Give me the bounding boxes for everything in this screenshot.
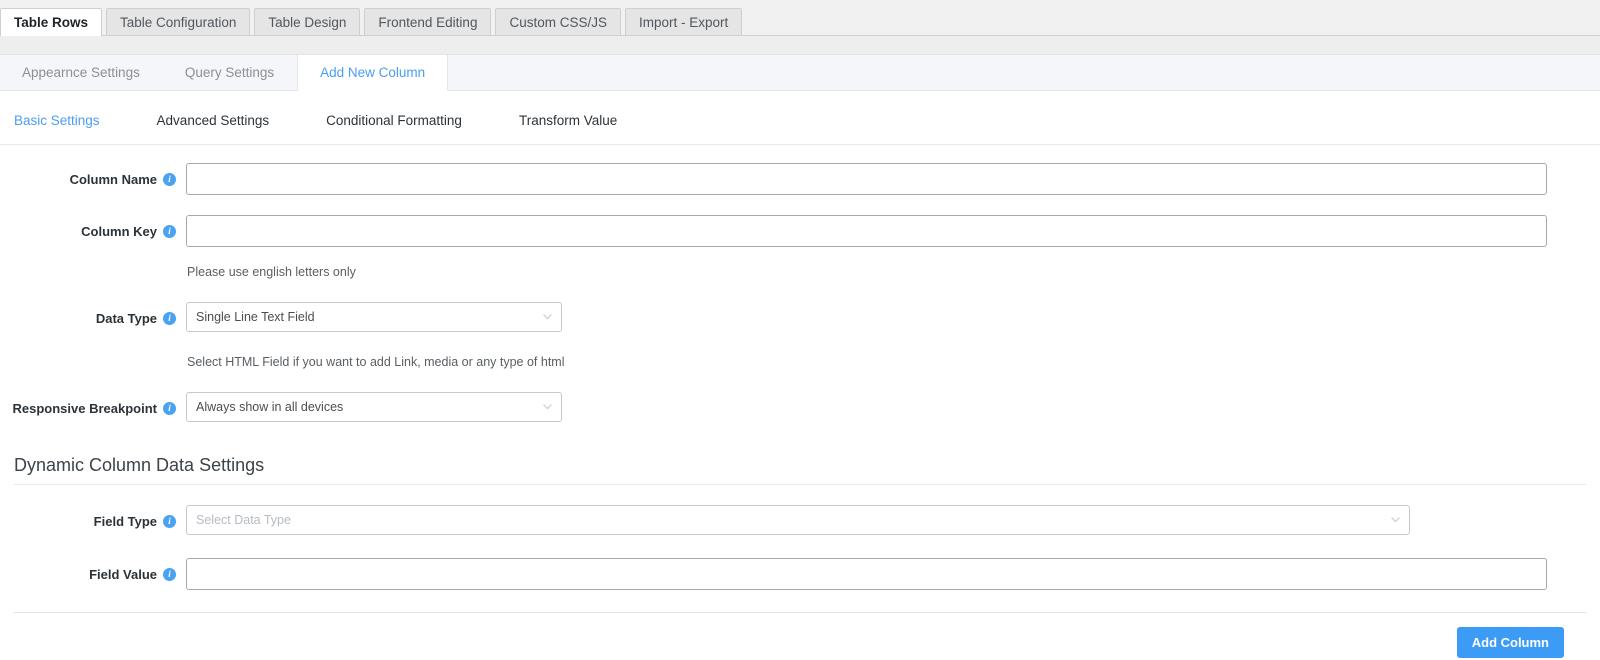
field-type-select-wrap: Select Data Type <box>186 505 1410 535</box>
innertab-transform-value[interactable]: Transform Value <box>519 113 617 128</box>
info-icon[interactable]: i <box>163 514 176 528</box>
innertab-conditional-formatting[interactable]: Conditional Formatting <box>326 113 462 128</box>
column-key-helper-text: Please use english letters only <box>187 265 356 279</box>
data-type-select-wrap: Single Line Text Field <box>186 302 562 332</box>
info-icon[interactable]: i <box>163 311 176 325</box>
responsive-breakpoint-select[interactable]: Always show in all devices <box>186 392 562 422</box>
add-column-form: Column Name i Column Key i Please use en… <box>0 145 1600 425</box>
primary-tab-bar: Table Rows Table Configuration Table Des… <box>0 0 1600 36</box>
column-name-field-cell <box>186 163 1600 195</box>
innertab-label: Advanced Settings <box>156 113 270 128</box>
tab-table-design[interactable]: Table Design <box>254 8 361 35</box>
innertab-label: Transform Value <box>518 113 618 128</box>
info-icon[interactable]: i <box>163 172 176 186</box>
info-icon[interactable]: i <box>163 224 176 238</box>
innertab-label: Conditional Formatting <box>326 113 462 128</box>
field-value-label-cell: Field Value i <box>0 558 186 590</box>
column-name-label-cell: Column Name i <box>0 163 186 195</box>
data-type-label: Data Type <box>95 310 157 326</box>
column-name-label: Column Name <box>69 171 157 187</box>
column-key-label-cell: Column Key i <box>0 215 186 247</box>
column-key-input[interactable] <box>186 215 1547 247</box>
data-type-label-cell: Data Type i <box>0 302 186 334</box>
subtab-label: Appearnce Settings <box>22 65 140 80</box>
subtab-label: Query Settings <box>184 65 275 80</box>
field-type-field-cell: Select Data Type <box>186 505 1600 538</box>
tab-import-export[interactable]: Import - Export <box>624 8 743 35</box>
innertab-basic-settings[interactable]: Basic Settings <box>14 113 100 128</box>
tab-label: Table Design <box>268 15 347 30</box>
responsive-breakpoint-select-wrap: Always show in all devices <box>186 392 562 422</box>
responsive-breakpoint-field-cell: Always show in all devices <box>186 392 1600 425</box>
tab-label: Table Rows <box>14 15 89 30</box>
form-row-field-type: Field Type i Select Data Type <box>0 505 1600 538</box>
toolbar-spacer <box>0 36 1600 55</box>
subtab-label: Add New Column <box>320 65 426 80</box>
subtab-add-new-column[interactable]: Add New Column <box>297 55 449 91</box>
data-type-helper-text: Select HTML Field if you want to add Lin… <box>187 355 565 369</box>
field-type-label: Field Type <box>93 513 157 529</box>
column-name-input[interactable] <box>186 163 1547 195</box>
tab-label: Import - Export <box>638 15 729 30</box>
add-column-button[interactable]: Add Column <box>1456 627 1564 658</box>
tab-table-rows[interactable]: Table Rows <box>0 8 103 36</box>
form-row-responsive-breakpoint: Responsive Breakpoint i Always show in a… <box>0 392 1600 425</box>
innertab-advanced-settings[interactable]: Advanced Settings <box>157 113 270 128</box>
field-value-input[interactable] <box>186 558 1547 590</box>
dynamic-column-data-section: Dynamic Column Data Settings Field Type … <box>0 455 1600 590</box>
footer-actions: Add Column <box>0 613 1600 658</box>
data-type-select[interactable]: Single Line Text Field <box>186 302 562 332</box>
responsive-breakpoint-label-cell: Responsive Breakpoint i <box>0 392 186 424</box>
secondary-tab-bar: Appearnce Settings Query Settings Add Ne… <box>0 55 1600 91</box>
tab-table-configuration[interactable]: Table Configuration <box>106 8 251 35</box>
tab-label: Custom CSS/JS <box>509 15 607 30</box>
column-key-label: Column Key <box>81 223 157 239</box>
form-row-data-type: Data Type i Single Line Text Field Selec… <box>0 302 1600 369</box>
form-row-field-value: Field Value i <box>0 558 1600 590</box>
dynamic-section-divider <box>14 484 1586 485</box>
tab-label: Table Configuration <box>120 15 237 30</box>
column-key-field-cell: Please use english letters only <box>186 215 1600 279</box>
subtab-query-settings[interactable]: Query Settings <box>163 55 297 90</box>
inner-tab-bar: Basic Settings Advanced Settings Conditi… <box>0 91 1600 128</box>
tab-frontend-editing[interactable]: Frontend Editing <box>364 8 492 35</box>
responsive-breakpoint-label: Responsive Breakpoint <box>12 400 158 416</box>
subtab-appearance-settings[interactable]: Appearnce Settings <box>0 55 163 90</box>
field-value-label: Field Value <box>89 566 157 582</box>
info-icon[interactable]: i <box>163 401 176 415</box>
form-footer: Add Column <box>0 612 1600 658</box>
dynamic-section-heading: Dynamic Column Data Settings <box>14 455 265 475</box>
info-icon[interactable]: i <box>163 567 176 581</box>
form-row-column-name: Column Name i <box>0 163 1600 195</box>
tab-label: Frontend Editing <box>378 15 478 30</box>
field-value-field-cell <box>186 558 1600 590</box>
data-type-field-cell: Single Line Text Field Select HTML Field… <box>186 302 1600 369</box>
field-type-label-cell: Field Type i <box>0 505 186 537</box>
form-row-column-key: Column Key i Please use english letters … <box>0 215 1600 279</box>
field-type-select[interactable]: Select Data Type <box>186 505 1410 535</box>
innertab-label: Basic Settings <box>14 113 100 128</box>
tab-custom-css-js[interactable]: Custom CSS/JS <box>495 8 621 35</box>
